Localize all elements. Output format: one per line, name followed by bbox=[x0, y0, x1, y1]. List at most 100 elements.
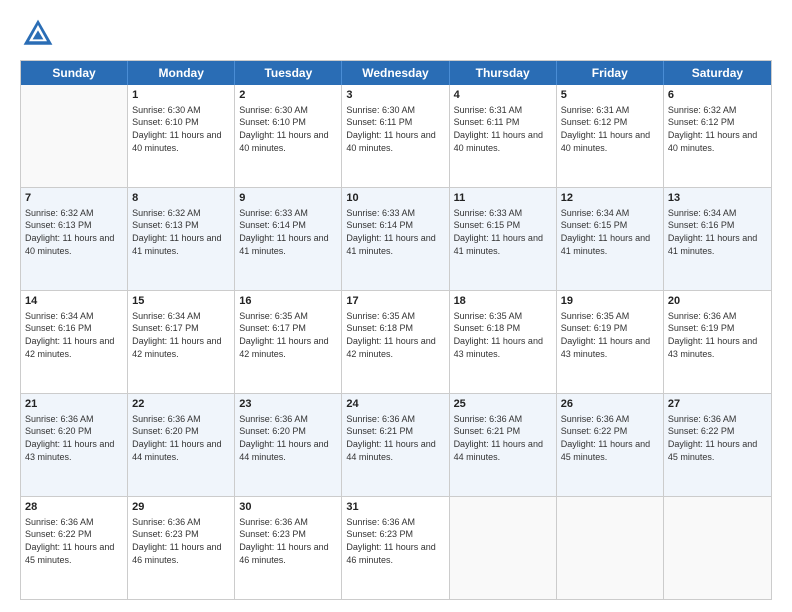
day-number: 14 bbox=[25, 294, 123, 309]
cell-info: Sunrise: 6:36 AMSunset: 6:20 PMDaylight:… bbox=[25, 413, 123, 463]
day-cell-18: 18Sunrise: 6:35 AMSunset: 6:18 PMDayligh… bbox=[450, 291, 557, 393]
cell-info: Sunrise: 6:33 AMSunset: 6:15 PMDaylight:… bbox=[454, 207, 552, 257]
day-number: 22 bbox=[132, 397, 230, 412]
day-cell-27: 27Sunrise: 6:36 AMSunset: 6:22 PMDayligh… bbox=[664, 394, 771, 496]
day-cell-17: 17Sunrise: 6:35 AMSunset: 6:18 PMDayligh… bbox=[342, 291, 449, 393]
day-number: 28 bbox=[25, 500, 123, 515]
cell-info: Sunrise: 6:36 AMSunset: 6:20 PMDaylight:… bbox=[132, 413, 230, 463]
day-number: 17 bbox=[346, 294, 444, 309]
day-cell-8: 8Sunrise: 6:32 AMSunset: 6:13 PMDaylight… bbox=[128, 188, 235, 290]
calendar-row-5: 28Sunrise: 6:36 AMSunset: 6:22 PMDayligh… bbox=[21, 497, 771, 599]
day-number: 12 bbox=[561, 191, 659, 206]
day-cell-26: 26Sunrise: 6:36 AMSunset: 6:22 PMDayligh… bbox=[557, 394, 664, 496]
day-cell-21: 21Sunrise: 6:36 AMSunset: 6:20 PMDayligh… bbox=[21, 394, 128, 496]
day-cell-22: 22Sunrise: 6:36 AMSunset: 6:20 PMDayligh… bbox=[128, 394, 235, 496]
cell-info: Sunrise: 6:30 AMSunset: 6:11 PMDaylight:… bbox=[346, 104, 444, 154]
day-number: 8 bbox=[132, 191, 230, 206]
day-number: 10 bbox=[346, 191, 444, 206]
day-number: 24 bbox=[346, 397, 444, 412]
cell-info: Sunrise: 6:33 AMSunset: 6:14 PMDaylight:… bbox=[239, 207, 337, 257]
weekday-header-monday: Monday bbox=[128, 61, 235, 85]
cell-info: Sunrise: 6:35 AMSunset: 6:19 PMDaylight:… bbox=[561, 310, 659, 360]
logo-icon bbox=[20, 16, 56, 52]
cell-info: Sunrise: 6:36 AMSunset: 6:22 PMDaylight:… bbox=[668, 413, 767, 463]
empty-cell-r4c6 bbox=[664, 497, 771, 599]
weekday-header-saturday: Saturday bbox=[664, 61, 771, 85]
day-cell-15: 15Sunrise: 6:34 AMSunset: 6:17 PMDayligh… bbox=[128, 291, 235, 393]
cell-info: Sunrise: 6:36 AMSunset: 6:22 PMDaylight:… bbox=[25, 516, 123, 566]
weekday-header-sunday: Sunday bbox=[21, 61, 128, 85]
day-cell-10: 10Sunrise: 6:33 AMSunset: 6:14 PMDayligh… bbox=[342, 188, 449, 290]
cell-info: Sunrise: 6:34 AMSunset: 6:15 PMDaylight:… bbox=[561, 207, 659, 257]
day-cell-13: 13Sunrise: 6:34 AMSunset: 6:16 PMDayligh… bbox=[664, 188, 771, 290]
day-number: 21 bbox=[25, 397, 123, 412]
day-cell-19: 19Sunrise: 6:35 AMSunset: 6:19 PMDayligh… bbox=[557, 291, 664, 393]
day-cell-14: 14Sunrise: 6:34 AMSunset: 6:16 PMDayligh… bbox=[21, 291, 128, 393]
day-number: 13 bbox=[668, 191, 767, 206]
weekday-header-friday: Friday bbox=[557, 61, 664, 85]
calendar: SundayMondayTuesdayWednesdayThursdayFrid… bbox=[20, 60, 772, 600]
day-number: 18 bbox=[454, 294, 552, 309]
cell-info: Sunrise: 6:36 AMSunset: 6:21 PMDaylight:… bbox=[454, 413, 552, 463]
day-cell-25: 25Sunrise: 6:36 AMSunset: 6:21 PMDayligh… bbox=[450, 394, 557, 496]
cell-info: Sunrise: 6:30 AMSunset: 6:10 PMDaylight:… bbox=[132, 104, 230, 154]
empty-cell-r4c4 bbox=[450, 497, 557, 599]
day-number: 7 bbox=[25, 191, 123, 206]
day-cell-3: 3Sunrise: 6:30 AMSunset: 6:11 PMDaylight… bbox=[342, 85, 449, 187]
day-cell-31: 31Sunrise: 6:36 AMSunset: 6:23 PMDayligh… bbox=[342, 497, 449, 599]
day-cell-6: 6Sunrise: 6:32 AMSunset: 6:12 PMDaylight… bbox=[664, 85, 771, 187]
day-number: 2 bbox=[239, 88, 337, 103]
cell-info: Sunrise: 6:36 AMSunset: 6:21 PMDaylight:… bbox=[346, 413, 444, 463]
day-number: 5 bbox=[561, 88, 659, 103]
calendar-body: 1Sunrise: 6:30 AMSunset: 6:10 PMDaylight… bbox=[21, 85, 771, 599]
cell-info: Sunrise: 6:31 AMSunset: 6:12 PMDaylight:… bbox=[561, 104, 659, 154]
day-number: 26 bbox=[561, 397, 659, 412]
day-cell-24: 24Sunrise: 6:36 AMSunset: 6:21 PMDayligh… bbox=[342, 394, 449, 496]
calendar-row-2: 7Sunrise: 6:32 AMSunset: 6:13 PMDaylight… bbox=[21, 188, 771, 291]
cell-info: Sunrise: 6:32 AMSunset: 6:13 PMDaylight:… bbox=[132, 207, 230, 257]
cell-info: Sunrise: 6:32 AMSunset: 6:12 PMDaylight:… bbox=[668, 104, 767, 154]
cell-info: Sunrise: 6:30 AMSunset: 6:10 PMDaylight:… bbox=[239, 104, 337, 154]
cell-info: Sunrise: 6:34 AMSunset: 6:16 PMDaylight:… bbox=[25, 310, 123, 360]
day-number: 19 bbox=[561, 294, 659, 309]
calendar-row-3: 14Sunrise: 6:34 AMSunset: 6:16 PMDayligh… bbox=[21, 291, 771, 394]
day-cell-28: 28Sunrise: 6:36 AMSunset: 6:22 PMDayligh… bbox=[21, 497, 128, 599]
cell-info: Sunrise: 6:35 AMSunset: 6:17 PMDaylight:… bbox=[239, 310, 337, 360]
cell-info: Sunrise: 6:34 AMSunset: 6:17 PMDaylight:… bbox=[132, 310, 230, 360]
day-cell-2: 2Sunrise: 6:30 AMSunset: 6:10 PMDaylight… bbox=[235, 85, 342, 187]
weekday-header-tuesday: Tuesday bbox=[235, 61, 342, 85]
cell-info: Sunrise: 6:33 AMSunset: 6:14 PMDaylight:… bbox=[346, 207, 444, 257]
weekday-header-wednesday: Wednesday bbox=[342, 61, 449, 85]
day-cell-30: 30Sunrise: 6:36 AMSunset: 6:23 PMDayligh… bbox=[235, 497, 342, 599]
cell-info: Sunrise: 6:35 AMSunset: 6:18 PMDaylight:… bbox=[346, 310, 444, 360]
day-number: 4 bbox=[454, 88, 552, 103]
cell-info: Sunrise: 6:31 AMSunset: 6:11 PMDaylight:… bbox=[454, 104, 552, 154]
day-number: 16 bbox=[239, 294, 337, 309]
day-cell-5: 5Sunrise: 6:31 AMSunset: 6:12 PMDaylight… bbox=[557, 85, 664, 187]
cell-info: Sunrise: 6:34 AMSunset: 6:16 PMDaylight:… bbox=[668, 207, 767, 257]
calendar-row-1: 1Sunrise: 6:30 AMSunset: 6:10 PMDaylight… bbox=[21, 85, 771, 188]
day-number: 9 bbox=[239, 191, 337, 206]
calendar-header: SundayMondayTuesdayWednesdayThursdayFrid… bbox=[21, 61, 771, 85]
cell-info: Sunrise: 6:32 AMSunset: 6:13 PMDaylight:… bbox=[25, 207, 123, 257]
day-cell-12: 12Sunrise: 6:34 AMSunset: 6:15 PMDayligh… bbox=[557, 188, 664, 290]
day-number: 20 bbox=[668, 294, 767, 309]
page: SundayMondayTuesdayWednesdayThursdayFrid… bbox=[0, 0, 792, 612]
day-number: 3 bbox=[346, 88, 444, 103]
day-cell-9: 9Sunrise: 6:33 AMSunset: 6:14 PMDaylight… bbox=[235, 188, 342, 290]
day-cell-4: 4Sunrise: 6:31 AMSunset: 6:11 PMDaylight… bbox=[450, 85, 557, 187]
empty-cell-r0c0 bbox=[21, 85, 128, 187]
cell-info: Sunrise: 6:36 AMSunset: 6:23 PMDaylight:… bbox=[239, 516, 337, 566]
empty-cell-r4c5 bbox=[557, 497, 664, 599]
day-cell-16: 16Sunrise: 6:35 AMSunset: 6:17 PMDayligh… bbox=[235, 291, 342, 393]
day-number: 27 bbox=[668, 397, 767, 412]
cell-info: Sunrise: 6:36 AMSunset: 6:23 PMDaylight:… bbox=[346, 516, 444, 566]
calendar-row-4: 21Sunrise: 6:36 AMSunset: 6:20 PMDayligh… bbox=[21, 394, 771, 497]
day-number: 1 bbox=[132, 88, 230, 103]
day-number: 29 bbox=[132, 500, 230, 515]
day-number: 11 bbox=[454, 191, 552, 206]
day-cell-20: 20Sunrise: 6:36 AMSunset: 6:19 PMDayligh… bbox=[664, 291, 771, 393]
day-number: 15 bbox=[132, 294, 230, 309]
day-cell-11: 11Sunrise: 6:33 AMSunset: 6:15 PMDayligh… bbox=[450, 188, 557, 290]
cell-info: Sunrise: 6:36 AMSunset: 6:20 PMDaylight:… bbox=[239, 413, 337, 463]
